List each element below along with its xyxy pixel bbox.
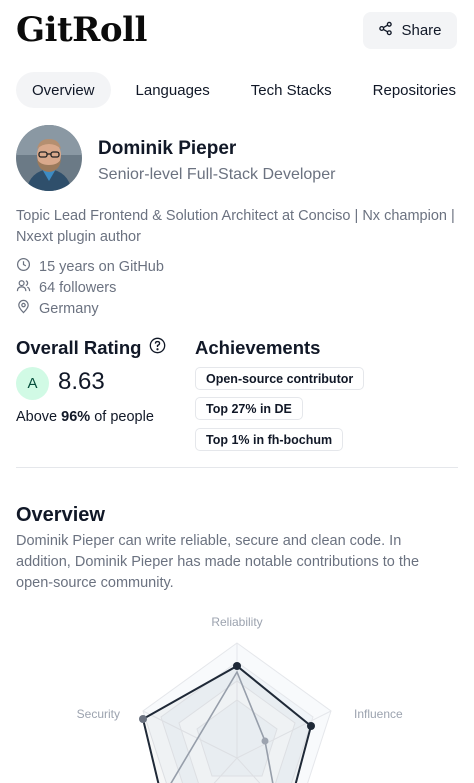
app-header: GitRoll Share — [0, 0, 474, 62]
radar-axis-label-reliability: Reliability — [211, 615, 262, 629]
share-icon — [378, 21, 393, 40]
rating-percentile: Above 96% of people — [16, 409, 154, 425]
avatar — [16, 125, 82, 191]
profile-bio: Topic Lead Frontend & Solution Architect… — [16, 208, 455, 245]
achievement-badge: Top 1% in fh-bochum — [195, 428, 344, 451]
share-label: Share — [401, 22, 442, 39]
overall-rating-title: Overall Rating — [16, 337, 142, 358]
meta-github-years: 15 years on GitHub — [16, 257, 316, 276]
profile-role: Senior-level Full-Stack Developer — [98, 166, 336, 183]
percentile-prefix: Above — [16, 409, 62, 425]
location-text: Germany — [39, 300, 99, 317]
app-logo[interactable]: GitRoll — [16, 10, 147, 50]
github-years-text: 15 years on GitHub — [39, 258, 164, 275]
radar-axis-label-influence: Influence — [354, 707, 403, 721]
overview-text: Dominik Pieper can write reliable, secur… — [16, 533, 420, 591]
achievements-title: Achievements — [195, 337, 321, 358]
tab-repositories[interactable]: Repositories — [373, 72, 456, 108]
overall-rating-heading: Overall Rating — [16, 337, 166, 359]
achievement-badge: Top 27% in DE — [195, 397, 303, 420]
help-circle-icon[interactable] — [149, 337, 166, 359]
meta-location: Germany — [16, 299, 316, 318]
profile-tabs: Overview Languages Tech Stacks Repositor… — [16, 72, 456, 108]
rating-score: 8.63 — [58, 368, 105, 395]
tab-languages[interactable]: Languages — [136, 72, 210, 108]
followers-text[interactable]: 64 followers — [39, 280, 116, 296]
skills-radar-chart: Reliability Influence Security — [77, 615, 403, 783]
radar-point-security[interactable] — [139, 715, 147, 723]
users-icon — [16, 278, 31, 297]
tab-tech-stacks[interactable]: Tech Stacks — [251, 72, 332, 108]
overview-title: Overview — [16, 504, 105, 526]
achievement-badge: Open-source contributor — [195, 367, 365, 390]
radar-point-influence[interactable] — [307, 722, 315, 730]
percentile-suffix: of people — [90, 409, 154, 425]
profile-name: Dominik Pieper — [98, 138, 237, 159]
meta-followers: 64 followers — [16, 278, 316, 297]
section-divider — [16, 467, 458, 468]
percentile-value: 96% — [61, 409, 91, 425]
radar-point-reliability[interactable] — [233, 662, 241, 670]
tab-overview[interactable]: Overview — [16, 72, 111, 108]
clock-icon — [16, 257, 31, 276]
radar-axis-label-security: Security — [77, 707, 120, 721]
share-button[interactable]: Share — [363, 12, 457, 49]
grade-badge: A — [16, 367, 49, 400]
location-pin-icon — [16, 299, 31, 318]
radar-point-peer — [261, 737, 269, 745]
